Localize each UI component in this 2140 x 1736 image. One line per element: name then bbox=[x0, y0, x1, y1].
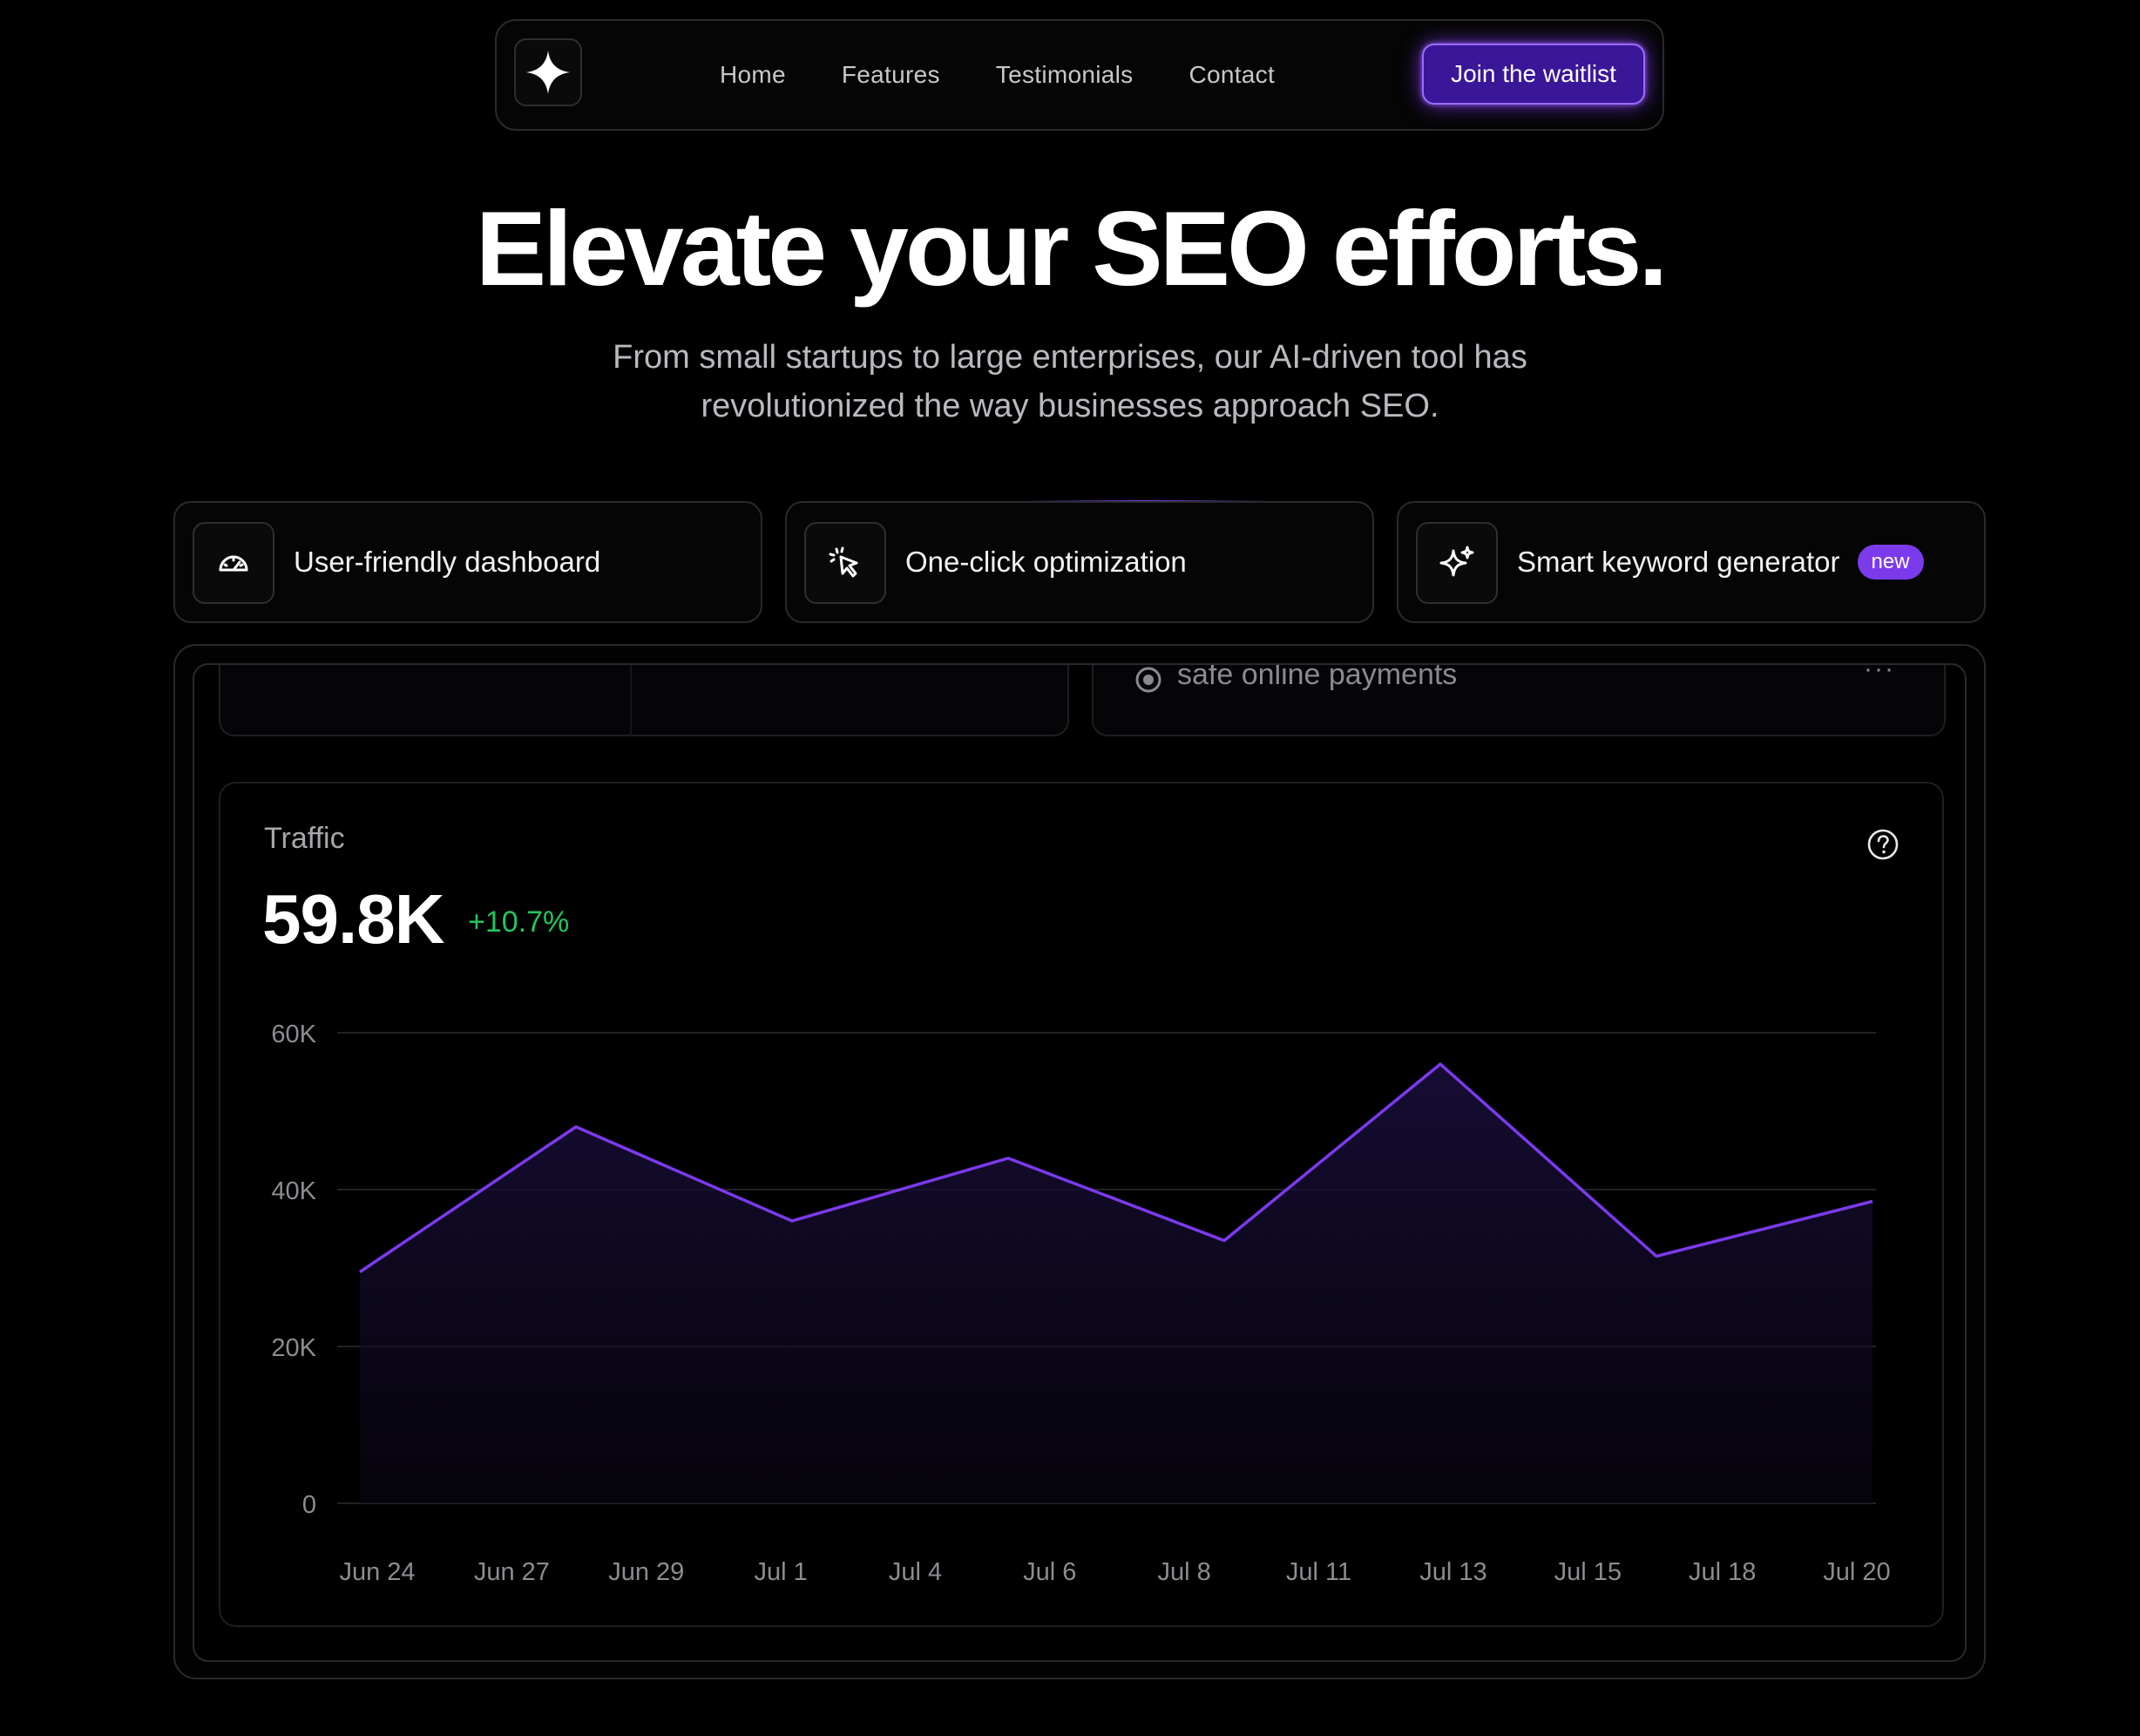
x-tick-label: Jul 8 bbox=[1158, 1558, 1211, 1586]
y-tick-label: 20K bbox=[271, 1334, 316, 1362]
x-tick-label: Jun 27 bbox=[474, 1558, 550, 1586]
hero-subtitle: From small startups to large enterprises… bbox=[547, 333, 1593, 431]
peek-card-left bbox=[219, 665, 1069, 736]
feature-card-optimization[interactable]: One-click optimization bbox=[785, 501, 1374, 623]
nav-link-features[interactable]: Features bbox=[842, 61, 940, 89]
x-tick-label: Jul 11 bbox=[1286, 1558, 1351, 1586]
new-badge: new bbox=[1857, 545, 1924, 580]
hero-title: Elevate your SEO efforts. bbox=[475, 189, 1668, 308]
top-navbar: Home Features Testimonials Contact Join … bbox=[495, 19, 1664, 131]
feature-label: User-friendly dashboard bbox=[294, 546, 601, 578]
more-menu-icon[interactable]: ··· bbox=[1864, 665, 1895, 684]
feature-card-dashboard[interactable]: User-friendly dashboard bbox=[173, 501, 762, 623]
peek-card-right: safe online payments ··· bbox=[1092, 663, 1946, 736]
peek-text: safe online payments bbox=[1177, 663, 1458, 691]
traffic-card: Traffic 59.8K +10.7% 0 20K 40K 60K Jun 24 Jun… bbox=[219, 782, 1944, 1627]
feature-card-keywords[interactable]: Smart keyword generator new bbox=[1397, 501, 1986, 623]
x-tick-label: Jul 18 bbox=[1689, 1558, 1756, 1586]
gauge-icon bbox=[193, 522, 274, 604]
feature-label: One-click optimization bbox=[905, 546, 1187, 578]
feature-label-wrap: Smart keyword generator new bbox=[1517, 503, 1924, 621]
x-tick-label: Jul 20 bbox=[1823, 1558, 1890, 1586]
hero-subtitle-line1: From small startups to large enterprises… bbox=[613, 339, 1527, 376]
sparkles-icon bbox=[1416, 522, 1498, 604]
x-tick-label: Jul 15 bbox=[1554, 1558, 1622, 1586]
x-tick-label: Jul 13 bbox=[1419, 1558, 1486, 1586]
join-waitlist-button[interactable]: Join the waitlist bbox=[1422, 44, 1645, 105]
x-tick-label: Jul 6 bbox=[1023, 1558, 1076, 1586]
nav-links: Home Features Testimonials Contact bbox=[720, 21, 1275, 129]
peek-divider bbox=[630, 665, 632, 736]
y-tick-label: 60K bbox=[271, 1021, 316, 1048]
x-tick-label: Jul 1 bbox=[754, 1558, 807, 1586]
dashboard-preview: safe online payments ··· Traffic 59.8K +… bbox=[193, 663, 1967, 1662]
x-tick-label: Jun 24 bbox=[339, 1558, 415, 1586]
sparkle-logo-icon bbox=[526, 51, 570, 94]
y-tick-label: 40K bbox=[271, 1177, 316, 1205]
logo[interactable] bbox=[514, 38, 582, 106]
nav-link-home[interactable]: Home bbox=[720, 61, 786, 89]
cursor-click-icon bbox=[804, 522, 886, 604]
y-tick-label: 0 bbox=[302, 1491, 316, 1519]
nav-link-contact[interactable]: Contact bbox=[1189, 61, 1275, 89]
traffic-chart: 0 20K 40K 60K Jun 24 Jun 27 Jun 29 Jul 1 Jul 4 Ju… bbox=[271, 1021, 1890, 1586]
nav-link-testimonials[interactable]: Testimonials bbox=[996, 61, 1134, 89]
hero-subtitle-line2: revolutionized the way businesses approa… bbox=[701, 388, 1439, 424]
radio-icon bbox=[1135, 667, 1161, 693]
x-tick-label: Jul 4 bbox=[889, 1558, 942, 1586]
x-tick-label: Jun 29 bbox=[608, 1558, 684, 1586]
feature-label: Smart keyword generator bbox=[1517, 546, 1840, 578]
